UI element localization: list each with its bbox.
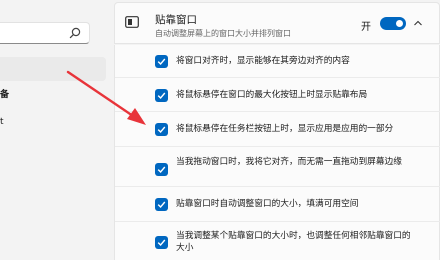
toggle-state-label: 开 bbox=[361, 22, 371, 33]
snap-windows-description: 自动调整屏幕上的窗口大小并排列窗口 bbox=[155, 29, 291, 38]
option-label: 将窗口对齐时，显示能够在其旁边对齐的内容 bbox=[176, 56, 350, 66]
divider bbox=[115, 146, 440, 147]
checkmark-icon bbox=[157, 166, 166, 174]
nav-item-selected[interactable] bbox=[0, 57, 106, 81]
snap-windows-header[interactable]: 贴靠窗口 自动调整屏幕上的窗口大小并排列窗口 开 bbox=[114, 2, 440, 44]
main-content: 贴靠窗口 自动调整屏幕上的窗口大小并排列窗口 开 将窗口对齐时，显示能够在其旁边… bbox=[114, 0, 440, 260]
snap-windows-toggle[interactable] bbox=[380, 17, 406, 30]
nav-pane: 备 t bbox=[0, 0, 110, 260]
snap-options-list: 将窗口对齐时，显示能够在其旁边对齐的内容 将鼠标悬停在窗口的最大化按钮上时显示贴… bbox=[114, 45, 440, 260]
nav-item-label[interactable]: 备 bbox=[0, 89, 9, 101]
toggle-knob bbox=[396, 20, 403, 27]
divider bbox=[115, 221, 440, 222]
checkmark-icon bbox=[157, 201, 166, 209]
window-icon bbox=[125, 16, 139, 28]
divider bbox=[115, 77, 440, 78]
option-label: 将鼠标悬停在任务栏按钮上时，显示应用是应用的一部分 bbox=[176, 124, 394, 134]
option-label: 当我调整某个贴靠窗口的大小时，也调整任何相邻贴靠窗口的大小 bbox=[176, 231, 411, 253]
checkmark-icon bbox=[157, 126, 166, 134]
checkmark-icon bbox=[157, 58, 166, 66]
search-icon[interactable] bbox=[68, 26, 82, 40]
nav-item-label[interactable]: t bbox=[0, 116, 4, 128]
snap-windows-title: 贴靠窗口 bbox=[155, 14, 197, 26]
option-checkbox[interactable] bbox=[155, 123, 168, 136]
option-checkbox[interactable] bbox=[155, 55, 168, 68]
option-checkbox[interactable] bbox=[155, 163, 168, 176]
option-checkbox[interactable] bbox=[155, 198, 168, 211]
divider bbox=[115, 186, 440, 187]
option-label: 将鼠标悬停在窗口的最大化按钮上时显示贴靠布局 bbox=[176, 90, 368, 100]
chevron-up-icon[interactable] bbox=[413, 18, 423, 28]
divider bbox=[115, 111, 440, 112]
option-checkbox[interactable] bbox=[155, 89, 168, 102]
option-label: 当我拖动窗口时，我将它对齐，而无需一直拖动到屏幕边缘 bbox=[176, 157, 402, 167]
search-input[interactable] bbox=[0, 22, 90, 44]
checkmark-icon bbox=[157, 92, 166, 100]
option-label: 贴靠窗口时自动调整窗口的大小，填满可用空间 bbox=[176, 199, 359, 209]
checkmark-icon bbox=[157, 239, 166, 247]
option-checkbox[interactable] bbox=[155, 236, 168, 249]
